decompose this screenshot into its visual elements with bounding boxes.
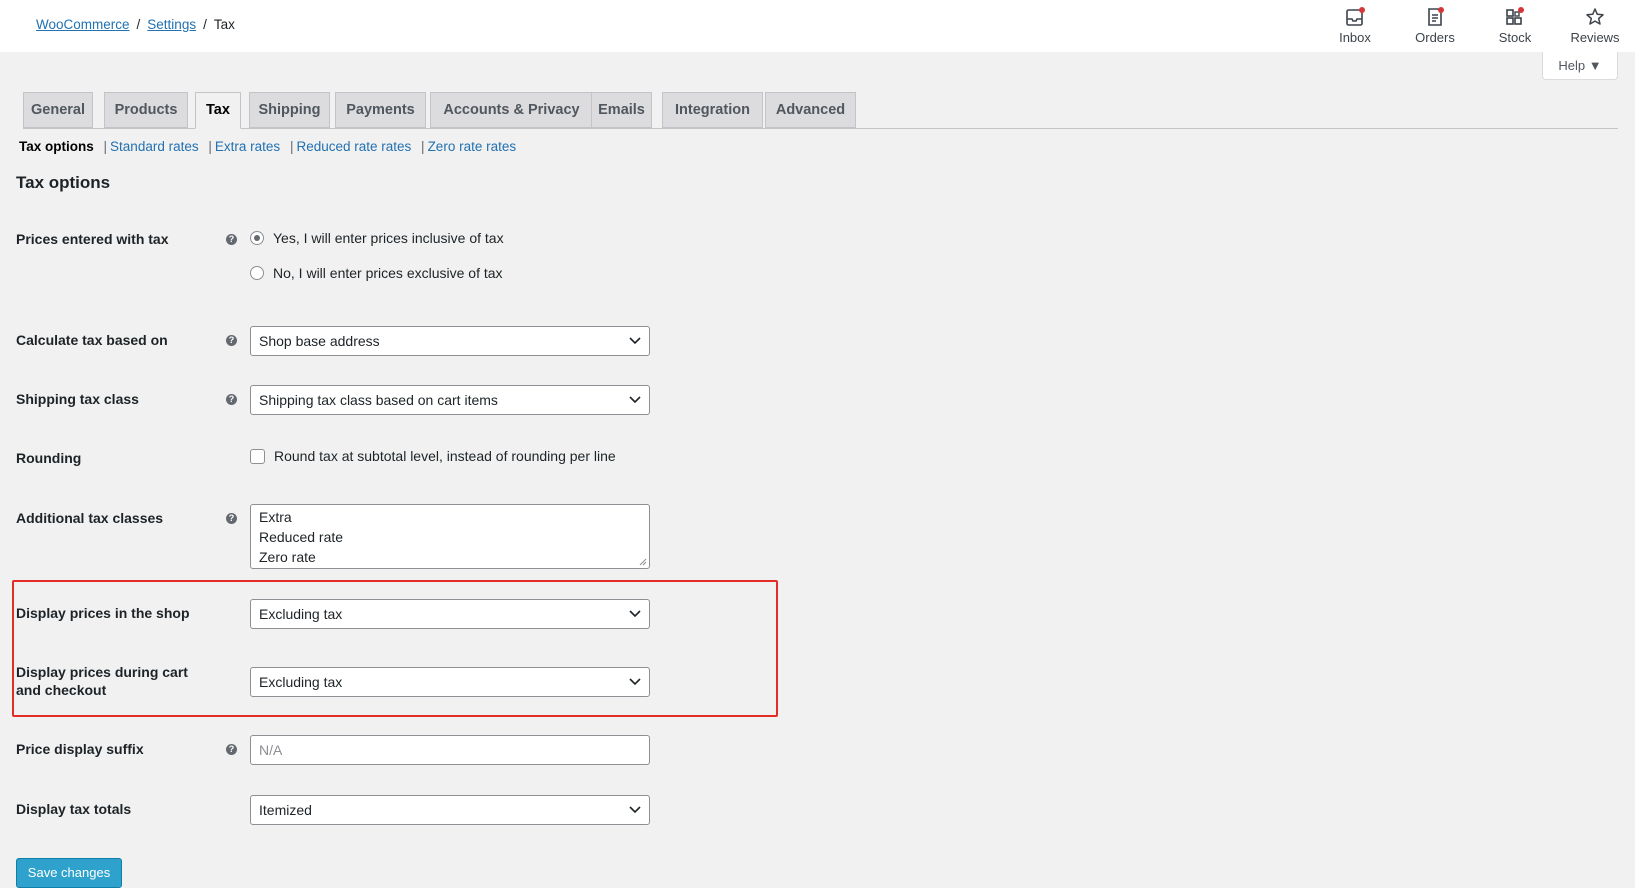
help-tip-icon[interactable]: ?: [226, 744, 237, 755]
radio-unselected-icon: [250, 266, 264, 280]
subnav-reduced-rate-rates[interactable]: Reduced rate rates: [296, 139, 411, 154]
orders-button[interactable]: Orders: [1395, 6, 1475, 45]
help-tip-icon[interactable]: ?: [226, 335, 237, 346]
prices-exclusive-radio[interactable]: No, I will enter prices exclusive of tax: [250, 265, 503, 281]
rounding-checkbox[interactable]: [250, 448, 265, 464]
shipping-tax-class-select[interactable]: Shipping tax class based on cart items: [250, 385, 650, 415]
help-tip-icon[interactable]: ?: [226, 234, 237, 245]
calculate-tax-label: Calculate tax based on: [16, 332, 168, 348]
section-title: Tax options: [16, 173, 111, 192]
chevron-down-icon: [629, 678, 641, 686]
rounding-checkbox-label: Round tax at subtotal level, instead of …: [274, 448, 616, 464]
calculate-tax-select[interactable]: Shop base address: [250, 326, 650, 356]
tax-class-line: Zero rate: [259, 549, 316, 565]
prices-exclusive-label: No, I will enter prices exclusive of tax: [273, 265, 503, 281]
orders-label: Orders: [1415, 30, 1455, 45]
resize-handle-icon[interactable]: [639, 558, 647, 566]
display-prices-shop-select[interactable]: Excluding tax: [250, 599, 650, 629]
help-tab-button[interactable]: Help ▼: [1542, 52, 1618, 80]
inbox-icon: [1346, 7, 1365, 26]
help-tip-icon[interactable]: ?: [226, 394, 237, 405]
subnav-standard-rates[interactable]: Standard rates: [110, 139, 199, 154]
display-prices-cart-label: Display prices during cart and checkout: [16, 663, 188, 699]
star-icon: [1586, 8, 1604, 25]
tax-class-line: Reduced rate: [259, 529, 344, 545]
tab-products[interactable]: Products: [104, 92, 188, 128]
tax-totals-label: Display tax totals: [16, 801, 132, 817]
rounding-label: Rounding: [16, 450, 82, 466]
subnav-tax-options[interactable]: Tax options: [19, 139, 94, 154]
breadcrumb-woocommerce-link[interactable]: WooCommerce: [36, 17, 130, 32]
tax-class-line: Extra: [259, 509, 292, 525]
stock-icon: [1506, 7, 1524, 25]
tab-emails[interactable]: Emails: [591, 92, 652, 128]
subnav-extra-rates[interactable]: Extra rates: [215, 139, 280, 154]
subnav-separator: |: [421, 139, 425, 154]
display-prices-cart-label-line2: and checkout: [16, 682, 107, 698]
tax-totals-value: Itemized: [259, 802, 312, 818]
tab-accounts-privacy[interactable]: Accounts & Privacy: [430, 92, 593, 128]
display-prices-shop-value: Excluding tax: [259, 606, 343, 622]
display-prices-cart-value: Excluding tax: [259, 674, 343, 690]
tab-shipping[interactable]: Shipping: [249, 92, 330, 128]
tab-general[interactable]: General: [23, 92, 93, 128]
orders-icon: [1428, 7, 1444, 26]
stock-label: Stock: [1498, 30, 1532, 45]
display-prices-cart-label-line1: Display prices during cart: [16, 664, 188, 680]
rounding-checkbox-row[interactable]: Round tax at subtotal level, instead of …: [250, 448, 616, 464]
price-suffix-label: Price display suffix: [16, 741, 144, 757]
chevron-down-icon: [629, 396, 641, 404]
chevron-down-icon: [629, 806, 641, 814]
breadcrumb-separator: /: [203, 17, 207, 32]
tab-integration[interactable]: Integration: [662, 92, 763, 128]
prices-entered-label: Prices entered with tax: [16, 231, 169, 247]
stock-button[interactable]: Stock: [1475, 6, 1555, 45]
additional-tax-classes-label: Additional tax classes: [16, 510, 164, 526]
breadcrumb-current: Tax: [213, 17, 235, 32]
shipping-tax-class-label: Shipping tax class: [16, 391, 139, 407]
chevron-down-icon: [629, 610, 641, 618]
chevron-down-icon: [629, 337, 641, 345]
subnav-separator: |: [289, 139, 294, 154]
help-tip-icon[interactable]: ?: [226, 513, 237, 524]
additional-tax-classes-textarea[interactable]: Extra Reduced rate Zero rate: [250, 504, 650, 569]
subnav-separator: |: [208, 139, 212, 154]
tab-tax[interactable]: Tax: [195, 92, 241, 129]
reviews-button[interactable]: Reviews: [1555, 6, 1635, 45]
settings-tabs: General Products Tax Shipping Payments A…: [23, 92, 1618, 129]
shipping-tax-class-value: Shipping tax class based on cart items: [259, 392, 498, 408]
activity-panel-tabs: Inbox Orders Stock Reviews: [1315, 6, 1635, 45]
top-header-bar: WooCommerce / Settings / Tax Inbox Orders: [0, 0, 1635, 52]
reviews-label: Reviews: [1570, 30, 1620, 45]
inbox-label: Inbox: [1339, 30, 1371, 45]
breadcrumb: WooCommerce / Settings / Tax: [36, 17, 235, 32]
tax-totals-select[interactable]: Itemized: [250, 795, 650, 825]
radio-selected-icon: [250, 231, 264, 245]
breadcrumb-settings-link[interactable]: Settings: [147, 17, 196, 32]
tab-advanced[interactable]: Advanced: [765, 92, 856, 128]
price-suffix-input[interactable]: N/A: [250, 735, 650, 765]
breadcrumb-separator: /: [136, 17, 141, 32]
prices-inclusive-label: Yes, I will enter prices inclusive of ta…: [273, 230, 504, 246]
display-prices-cart-select[interactable]: Excluding tax: [250, 667, 650, 697]
tax-subnav: Tax options | Standard rates | Extra rates…: [19, 139, 516, 154]
save-changes-button[interactable]: Save changes: [16, 858, 122, 888]
tab-payments[interactable]: Payments: [335, 92, 426, 128]
prices-inclusive-radio[interactable]: Yes, I will enter prices inclusive of ta…: [250, 230, 504, 246]
calculate-tax-value: Shop base address: [259, 333, 380, 349]
subnav-zero-rate-rates[interactable]: Zero rate rates: [428, 139, 517, 154]
subnav-separator: |: [103, 139, 108, 154]
display-prices-shop-label: Display prices in the shop: [16, 605, 190, 621]
inbox-button[interactable]: Inbox: [1315, 6, 1395, 45]
